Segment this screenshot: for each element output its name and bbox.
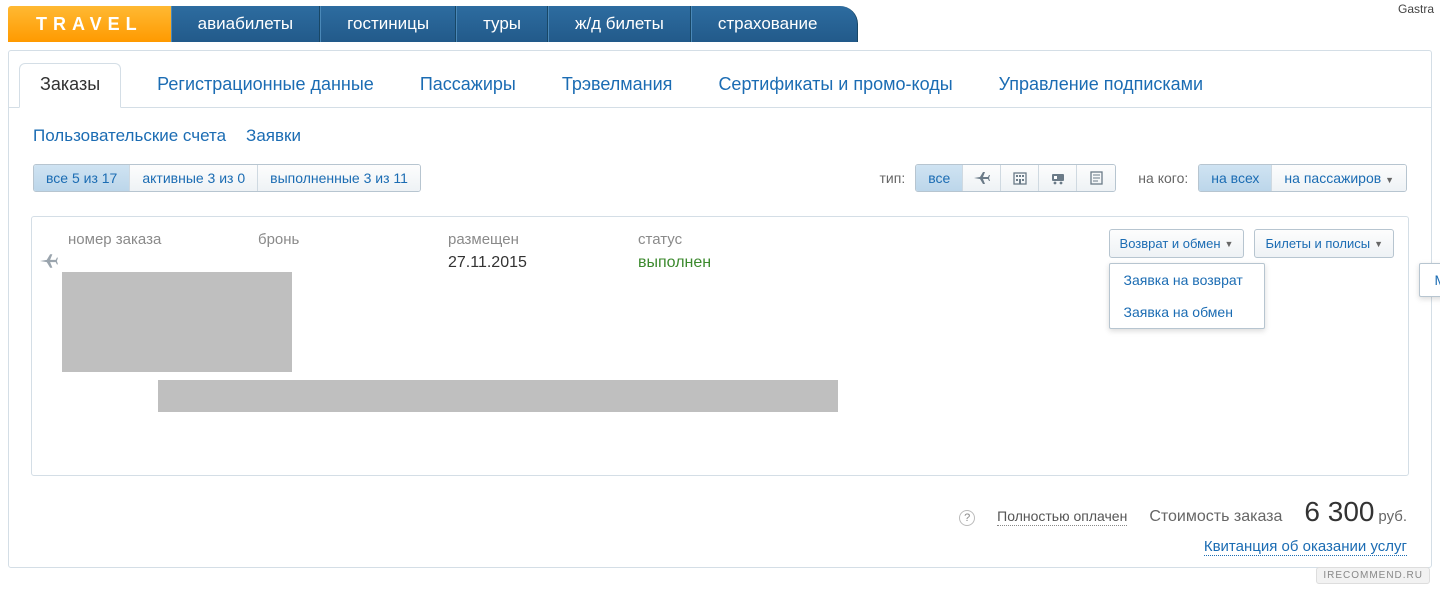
price-label: Стоимость заказа	[1149, 508, 1282, 526]
filter-bar: все 5 из 17 активные 3 из 0 выполненные …	[9, 164, 1431, 206]
tab-travelmania[interactable]: Трэвелмания	[552, 64, 683, 107]
menu-refund-exchange: Заявка на возврат Заявка на обмен	[1109, 263, 1265, 329]
main-panel: Заказы Регистрационные данные Пассажиры …	[8, 50, 1432, 568]
paid-status[interactable]: Полностью оплачен	[997, 508, 1127, 526]
mi-itinerary-receipt[interactable]: Маршрутная квитанция	[1420, 264, 1440, 296]
tab-subscriptions[interactable]: Управление подписками	[989, 64, 1213, 107]
type-rail[interactable]	[1039, 165, 1077, 191]
chevron-down-icon: ▼	[1385, 175, 1394, 185]
type-insurance[interactable]	[1077, 165, 1115, 191]
watermark: IRECOMMEND.RU	[1316, 567, 1430, 584]
filter-active[interactable]: активные 3 из 0	[130, 165, 258, 191]
train-icon	[1050, 171, 1066, 185]
type-all[interactable]: все	[916, 165, 963, 191]
price-currency: руб.	[1378, 508, 1407, 525]
nav-insurance[interactable]: страхование	[691, 6, 859, 42]
head-placed: размещен	[448, 231, 598, 248]
dropdown-tickets-policies[interactable]: Билеты и полисы▼	[1254, 229, 1394, 258]
type-flight[interactable]	[963, 165, 1001, 191]
type-filter: все	[915, 164, 1116, 192]
account-tabs: Заказы Регистрационные данные Пассажиры …	[9, 51, 1431, 108]
nav-rail[interactable]: ж/д билеты	[548, 6, 691, 42]
nav-tours[interactable]: туры	[456, 6, 548, 42]
nav-hotels[interactable]: гостиницы	[320, 6, 456, 42]
document-icon	[1090, 171, 1103, 185]
payment-line: ? Полностью оплачен Стоимость заказа 6 3…	[9, 496, 1407, 528]
order-card: номер заказа бронь размещен 27.11.2015 с…	[31, 216, 1409, 476]
order-actions: Возврат и обмен▼ Заявка на возврат Заявк…	[1109, 229, 1394, 258]
order-type-icon	[40, 253, 58, 269]
type-hotel[interactable]	[1001, 165, 1039, 191]
type-label: тип:	[880, 170, 906, 186]
chevron-down-icon: ▼	[1374, 239, 1383, 249]
receipt-line: Квитанция об оказании услуг	[9, 538, 1407, 555]
tab-registration[interactable]: Регистрационные данные	[147, 64, 384, 107]
link-requests[interactable]: Заявки	[246, 126, 301, 146]
tab-promo[interactable]: Сертификаты и промо-коды	[708, 64, 962, 107]
chevron-down-icon: ▼	[1225, 239, 1234, 249]
nav-flights[interactable]: авиабилеты	[171, 6, 320, 42]
link-accounts[interactable]: Пользовательские счета	[33, 126, 226, 146]
mi-exchange-request[interactable]: Заявка на обмен	[1110, 296, 1264, 328]
redacted-line	[158, 380, 838, 412]
logo[interactable]: TRAVEL	[8, 6, 171, 42]
whom-passengers[interactable]: на пассажиров ▼	[1272, 165, 1406, 191]
whom-label: на кого:	[1138, 170, 1188, 186]
redacted-block	[62, 272, 292, 372]
filter-all[interactable]: все 5 из 17	[34, 165, 130, 191]
dropdown-refund-exchange[interactable]: Возврат и обмен▼	[1109, 229, 1245, 258]
status-filter: все 5 из 17 активные 3 из 0 выполненные …	[33, 164, 421, 192]
filter-done[interactable]: выполненные 3 из 11	[258, 165, 420, 191]
hotel-icon	[1013, 171, 1027, 185]
whom-all[interactable]: на всех	[1199, 165, 1272, 191]
corner-label: Gastra	[1398, 2, 1434, 16]
head-booking: бронь	[258, 231, 408, 248]
link-service-receipt[interactable]: Квитанция об оказании услуг	[1204, 538, 1407, 556]
tab-orders[interactable]: Заказы	[19, 63, 121, 108]
whom-filter: на всех на пассажиров ▼	[1198, 164, 1407, 192]
val-status: выполнен	[638, 254, 788, 272]
mi-refund-request[interactable]: Заявка на возврат	[1110, 264, 1264, 296]
menu-tickets-policies: Маршрутная квитанция	[1419, 263, 1440, 297]
plane-icon	[974, 171, 990, 185]
help-icon[interactable]: ?	[959, 510, 975, 526]
sub-links: Пользовательские счета Заявки	[9, 108, 1431, 164]
top-nav: TRAVEL авиабилеты гостиницы туры ж/д бил…	[8, 6, 1440, 42]
head-order-number: номер заказа	[68, 231, 218, 248]
tab-passengers[interactable]: Пассажиры	[410, 64, 526, 107]
head-status: статус	[638, 231, 788, 248]
val-placed: 27.11.2015	[448, 254, 598, 272]
price-value: 6 300	[1304, 496, 1374, 527]
